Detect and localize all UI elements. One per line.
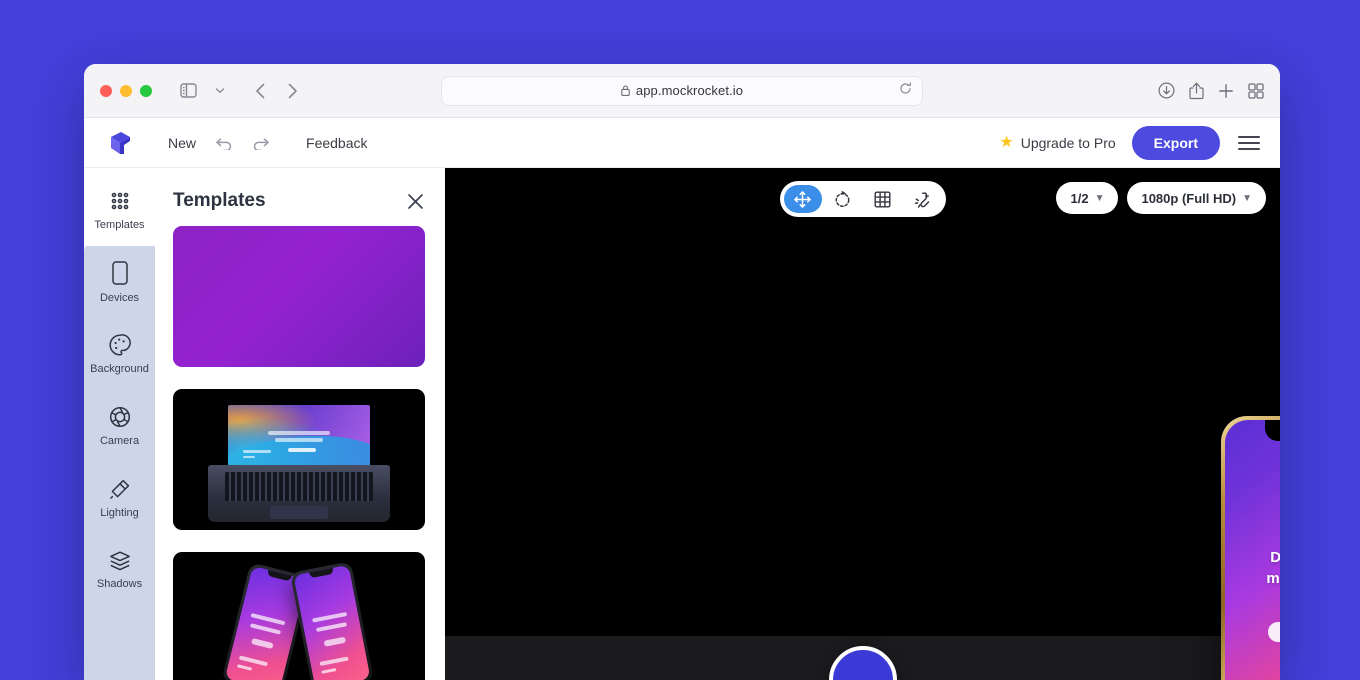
sidebar-item-background[interactable]: Background [84, 318, 155, 390]
zoom-level-dropdown[interactable]: 1/2 ▼ [1056, 182, 1119, 214]
mockrocket-logo[interactable] [106, 128, 136, 158]
resolution-dropdown[interactable]: 1080p (Full HD) ▼ [1127, 182, 1266, 214]
template-card-dual-phone[interactable] [173, 552, 425, 680]
traffic-lights [100, 84, 152, 97]
panel-title: Templates [173, 190, 266, 211]
template-card-laptop[interactable] [173, 389, 425, 530]
upgrade-to-pro-button[interactable]: ★ Upgrade to Pro [999, 133, 1116, 151]
url-bar[interactable]: app.mockrocket.io [441, 75, 923, 106]
sidebar-item-templates[interactable]: Templates [84, 174, 155, 246]
laptop-base [208, 465, 390, 522]
drop-title-line2: media here [1266, 569, 1280, 587]
sidebar-label-background: Background [90, 362, 149, 375]
hamburger-menu-icon[interactable] [1236, 132, 1262, 154]
forward-button[interactable] [278, 77, 306, 105]
chevron-down-icon[interactable] [206, 77, 234, 105]
back-button[interactable] [246, 77, 274, 105]
redo-icon[interactable] [245, 130, 275, 156]
export-button[interactable]: Export [1131, 125, 1220, 160]
canvas-tool-pill [779, 181, 946, 217]
palette-icon [108, 333, 131, 356]
minimize-window-button[interactable] [120, 84, 132, 97]
zoom-window-button[interactable] [140, 84, 152, 97]
magnet-tool[interactable] [904, 185, 942, 213]
sidebar-item-lighting[interactable]: Lighting [84, 462, 155, 534]
grid-tool[interactable] [864, 185, 902, 213]
star-icon: ★ [999, 133, 1014, 151]
drop-title: Drop your media here [1266, 548, 1280, 589]
aperture-icon [109, 406, 131, 428]
app-toolbar: New Feedback ★ Upgrade to Pro Export [84, 118, 1280, 168]
templates-list [155, 226, 445, 680]
rotate-tool[interactable] [824, 185, 862, 213]
download-icon[interactable] [1158, 82, 1175, 99]
laptop-screen [228, 404, 370, 468]
chevron-down-icon: ▼ [1094, 192, 1105, 204]
templates-panel: Templates [155, 168, 445, 680]
move-tool[interactable] [783, 185, 822, 213]
select-media-button[interactable]: Select media [1268, 622, 1280, 643]
template-card-blank[interactable] [173, 226, 425, 367]
sidebar-toggle-icon[interactable] [174, 77, 202, 105]
device-mockup-phone[interactable]: Drop your media here - or - Select media… [1221, 416, 1280, 680]
resolution-value: 1080p (Full HD) [1141, 190, 1237, 206]
sidebar-label-camera: Camera [99, 434, 140, 447]
chevron-down-icon: ▼ [1242, 192, 1252, 204]
panel-header: Templates [155, 168, 445, 226]
grid-dots-icon [109, 190, 131, 212]
phone-icon [111, 260, 128, 285]
toolbar-right-group: ★ Upgrade to Pro Export [999, 125, 1262, 160]
device-screen[interactable]: Drop your media here - or - Select media… [1225, 420, 1280, 680]
sidebar-label-shadows: Shadows [96, 577, 143, 590]
tab-overview-icon[interactable] [1248, 82, 1264, 99]
undo-icon[interactable] [209, 130, 239, 156]
share-icon[interactable] [1189, 82, 1204, 100]
lock-icon [621, 85, 630, 96]
drop-zone[interactable]: Drop your media here - or - Select media [1225, 420, 1280, 680]
sidebar-label-devices: Devices [99, 291, 140, 304]
close-icon[interactable] [406, 192, 425, 211]
layers-icon [109, 550, 131, 571]
upgrade-label: Upgrade to Pro [1020, 134, 1116, 151]
feedback-button[interactable]: Feedback [296, 129, 377, 157]
new-button[interactable]: New [158, 129, 206, 157]
canvas-right-controls: 1/2 ▼ 1080p (Full HD) ▼ [1056, 182, 1266, 214]
zoom-level-value: 1/2 [1070, 190, 1089, 206]
sidebar-label-templates: Templates [94, 218, 145, 231]
canvas-viewport[interactable]: 1/2 ▼ 1080p (Full HD) ▼ Dr [445, 168, 1280, 680]
sidebar-item-devices[interactable]: Devices [84, 246, 155, 318]
new-tab-icon[interactable] [1218, 83, 1234, 99]
laptop-keyboard [224, 471, 374, 502]
sidebar-label-lighting: Lighting [100, 506, 139, 519]
sidebar-rail: Templates Devices Background Camera Ligh… [84, 168, 155, 680]
reload-icon[interactable] [899, 81, 912, 100]
close-window-button[interactable] [100, 84, 112, 97]
browser-nav-controls [174, 77, 306, 105]
app-body: Templates Devices Background Camera Ligh… [84, 168, 1280, 680]
dual-phone-right [289, 561, 375, 680]
sidebar-item-camera[interactable]: Camera [84, 390, 155, 462]
browser-chrome: app.mockrocket.io [84, 64, 1280, 118]
browser-window: app.mockrocket.io New Feedback ★ Upgrade… [84, 64, 1280, 680]
drop-title-line1: Drop your [1270, 548, 1280, 566]
url-text: app.mockrocket.io [635, 83, 744, 98]
flashlight-icon [109, 478, 131, 500]
browser-right-controls [1158, 82, 1264, 100]
laptop-trackpad [269, 506, 328, 519]
sidebar-item-shadows[interactable]: Shadows [84, 534, 155, 606]
